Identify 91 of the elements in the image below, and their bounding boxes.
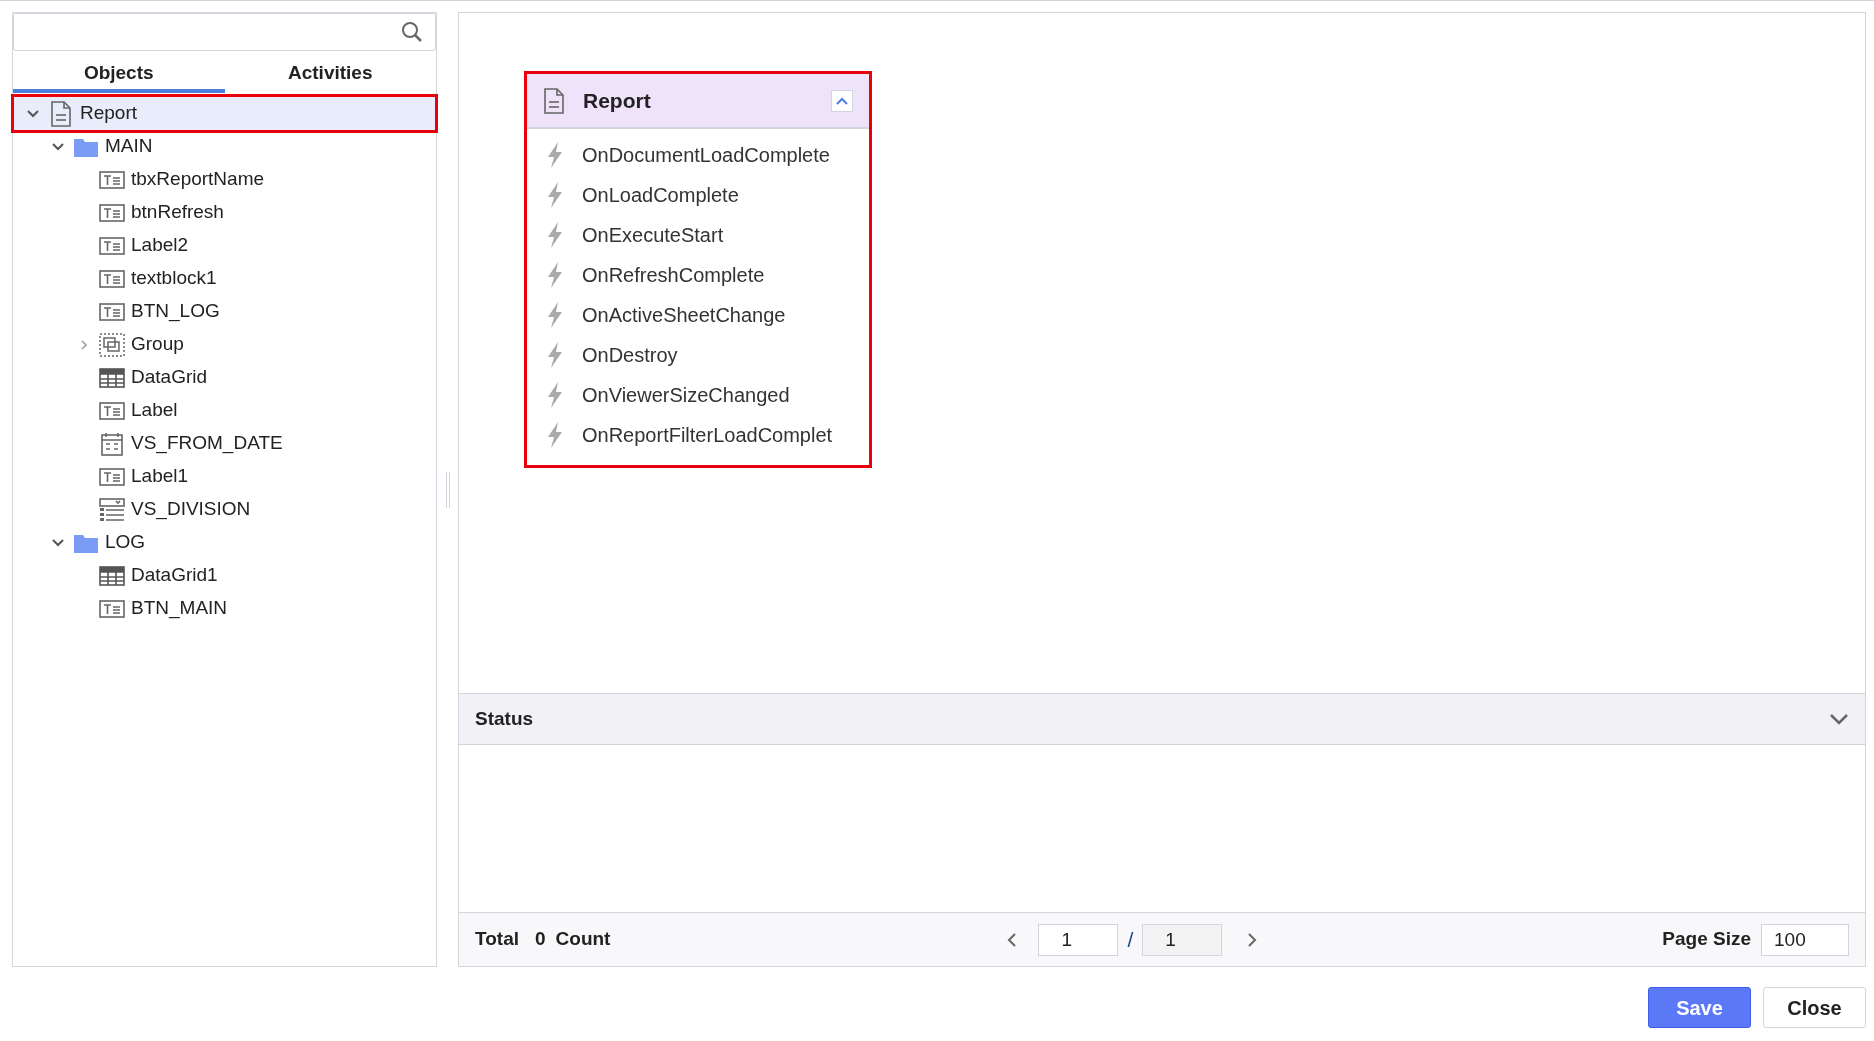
text-field-icon bbox=[99, 236, 125, 255]
document-icon bbox=[50, 100, 72, 127]
text-field-icon bbox=[99, 170, 125, 189]
text-field-icon bbox=[99, 467, 125, 486]
event-item[interactable]: OnRefreshComplete bbox=[527, 255, 869, 295]
lightning-icon bbox=[545, 302, 565, 328]
chevron-down-icon bbox=[51, 538, 65, 547]
collapse-button[interactable] bbox=[831, 89, 853, 112]
event-item[interactable]: OnDestroy bbox=[527, 335, 869, 375]
tree-label: MAIN bbox=[105, 134, 153, 159]
tree-label: LOG bbox=[105, 530, 146, 555]
chevron-down-icon bbox=[1829, 713, 1849, 725]
page-separator: / bbox=[1127, 926, 1134, 953]
event-item[interactable]: OnViewerSizeChanged bbox=[527, 375, 869, 415]
tree-label: VS_FROM_DATE bbox=[131, 431, 283, 456]
lightning-icon bbox=[545, 222, 565, 248]
tree-item[interactable]: DataGrid bbox=[13, 361, 436, 394]
chevron-right-icon bbox=[80, 338, 88, 351]
status-title: Status bbox=[475, 706, 534, 731]
tree-item[interactable]: Report bbox=[14, 97, 435, 130]
lightning-icon bbox=[545, 182, 565, 208]
tree-label: tbxReportName bbox=[131, 167, 265, 192]
tree-label: Label bbox=[131, 398, 178, 423]
tab[interactable]: Activities bbox=[224, 57, 436, 93]
folder-icon bbox=[74, 136, 98, 157]
tree-item[interactable]: Label bbox=[13, 394, 436, 427]
tree-item[interactable]: tbxReportName bbox=[13, 163, 436, 196]
tree-label: DataGrid bbox=[131, 365, 208, 390]
calendar-icon bbox=[100, 431, 124, 456]
lightning-icon bbox=[545, 142, 565, 168]
search-icon bbox=[401, 21, 423, 43]
save-button[interactable]: Save bbox=[1648, 987, 1751, 1028]
text-field-icon bbox=[99, 269, 125, 288]
event-item[interactable]: OnDocumentLoadComplete bbox=[527, 135, 869, 175]
tree-label: BTN_MAIN bbox=[131, 596, 228, 621]
tree-label: BTN_LOG bbox=[131, 299, 220, 324]
splitter-handle[interactable] bbox=[445, 472, 450, 508]
count-label: Count bbox=[555, 927, 611, 952]
tree-item[interactable]: Label2 bbox=[13, 229, 436, 262]
folder-icon bbox=[74, 532, 98, 553]
tree-label: DataGrid1 bbox=[131, 563, 218, 588]
tree-label: Label2 bbox=[131, 233, 189, 258]
tree-item[interactable]: DataGrid1 bbox=[13, 559, 436, 592]
tree-item[interactable]: btnRefresh bbox=[13, 196, 436, 229]
page-total-field: 1 bbox=[1142, 923, 1223, 956]
event-item[interactable]: OnReportFilterLoadComplet bbox=[527, 415, 869, 455]
chevron-up-icon bbox=[836, 96, 848, 105]
tree-label: textblock1 bbox=[131, 266, 217, 291]
total-label: Total bbox=[475, 927, 519, 952]
chevron-right-icon bbox=[1247, 931, 1258, 948]
tree-item[interactable]: MAIN bbox=[13, 130, 436, 163]
search-field[interactable] bbox=[13, 13, 436, 51]
lightning-icon bbox=[545, 342, 565, 368]
tree-label: VS_DIVISION bbox=[131, 497, 251, 522]
lightning-icon bbox=[545, 422, 565, 448]
tree-label: Label1 bbox=[131, 464, 189, 489]
tree-label: Group bbox=[131, 332, 184, 357]
tree-item[interactable]: Label1 bbox=[13, 460, 436, 493]
tree-item[interactable]: VS_DIVISION bbox=[13, 493, 436, 526]
tree-label: btnRefresh bbox=[131, 200, 224, 225]
event-item[interactable]: OnExecuteStart bbox=[527, 215, 869, 255]
lightning-icon bbox=[545, 262, 565, 288]
tree-item[interactable]: Group bbox=[13, 328, 436, 361]
close-button[interactable]: Close bbox=[1763, 987, 1866, 1028]
text-field-icon bbox=[99, 203, 125, 222]
total-count: 0 bbox=[535, 927, 546, 952]
tree-item[interactable]: VS_FROM_DATE bbox=[13, 427, 436, 460]
lightning-icon bbox=[545, 382, 565, 408]
tree-item[interactable]: BTN_LOG bbox=[13, 295, 436, 328]
status-header[interactable]: Status bbox=[459, 693, 1865, 745]
document-icon bbox=[543, 87, 565, 114]
tree-label: Report bbox=[80, 101, 138, 126]
text-field-icon bbox=[99, 401, 125, 420]
group-icon bbox=[99, 332, 125, 357]
event-item[interactable]: OnActiveSheetChange bbox=[527, 295, 869, 335]
text-field-icon bbox=[99, 599, 125, 618]
chevron-down-icon bbox=[51, 142, 65, 151]
event-item[interactable]: OnLoadComplete bbox=[527, 175, 869, 215]
chevron-left-icon bbox=[1007, 931, 1018, 948]
tree-item[interactable]: BTN_MAIN bbox=[13, 592, 436, 625]
dropdown-list-icon bbox=[99, 497, 125, 522]
page-size-field[interactable]: 100 bbox=[1761, 923, 1849, 956]
tree-item[interactable]: LOG bbox=[13, 526, 436, 559]
chevron-down-icon bbox=[26, 109, 40, 118]
tree-item[interactable]: textblock1 bbox=[13, 262, 436, 295]
card-title: Report bbox=[583, 87, 652, 114]
text-field-icon bbox=[99, 302, 125, 321]
table-icon bbox=[99, 565, 125, 586]
page-size-label: Page Size bbox=[1662, 927, 1751, 952]
table-icon bbox=[99, 367, 125, 388]
page-input[interactable]: 1 bbox=[1038, 923, 1119, 956]
